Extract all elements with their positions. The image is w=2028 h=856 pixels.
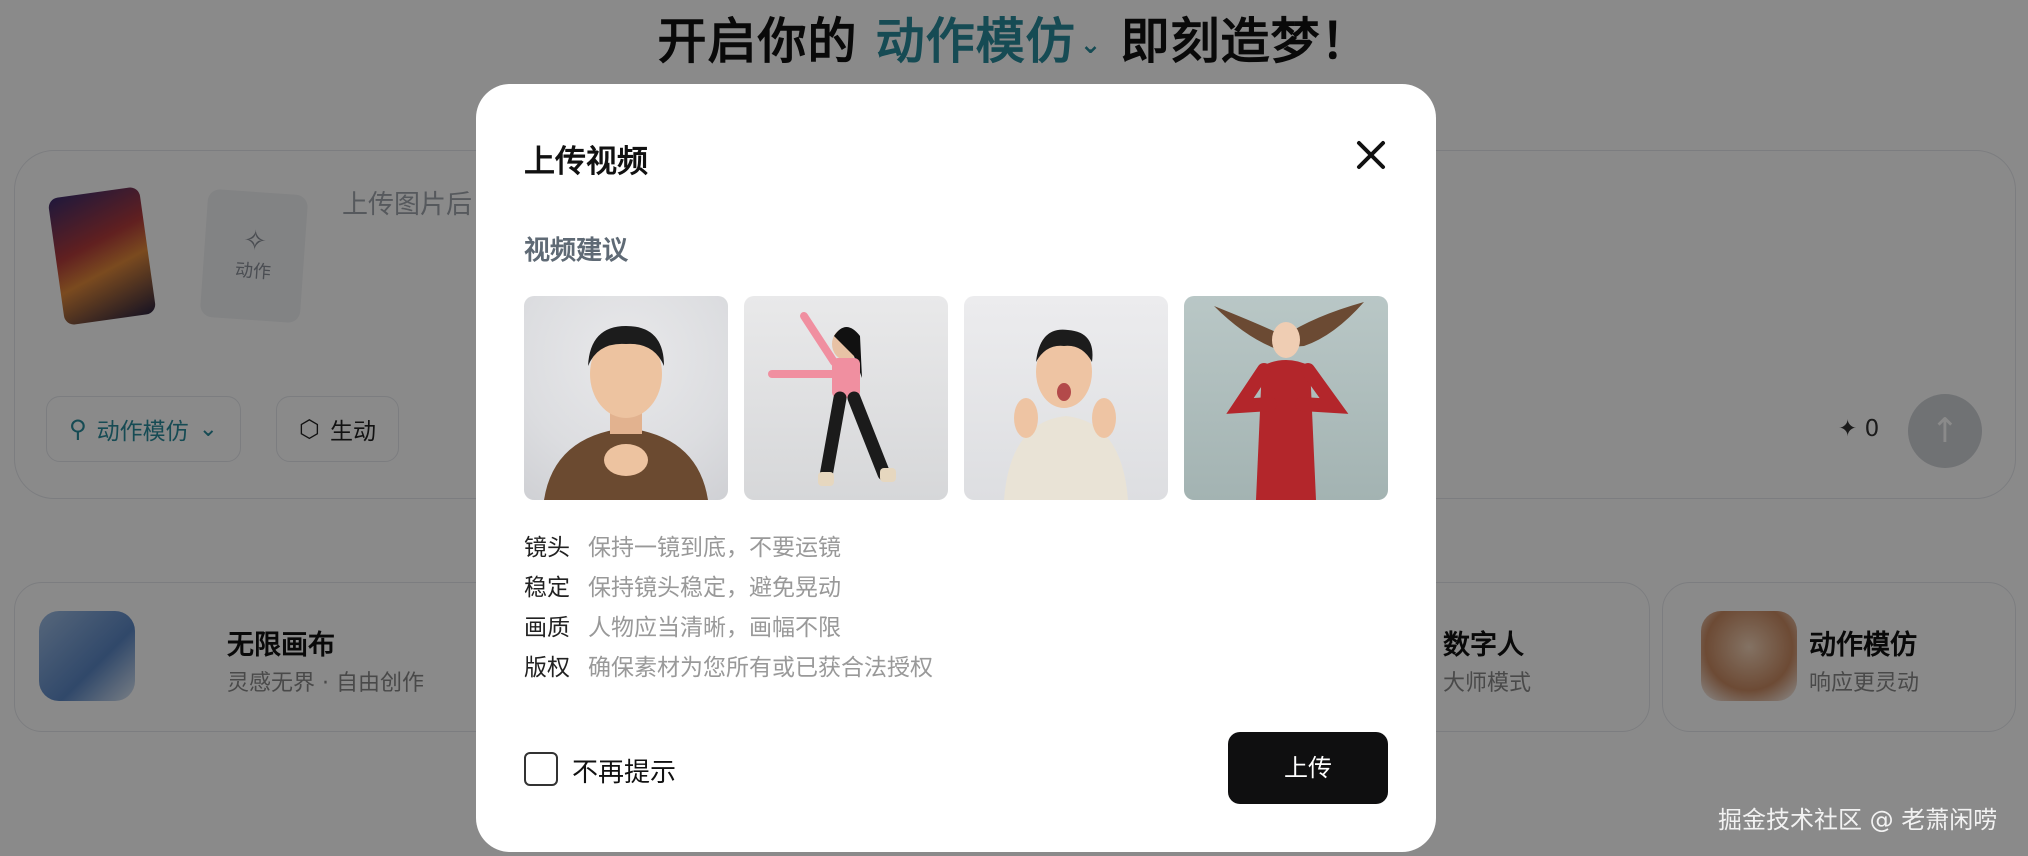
- tip-value: 保持镜头稳定，避免晃动: [588, 575, 841, 601]
- tip-row: 镜头 保持一镜到底，不要运镜: [524, 528, 933, 568]
- tip-value: 保持一镜到底，不要运镜: [588, 535, 841, 561]
- tip-value: 人物应当清晰，画幅不限: [588, 615, 841, 641]
- tip-row: 稳定 保持镜头稳定，避免晃动: [524, 568, 933, 608]
- example-video-thumbnail: [1184, 296, 1388, 500]
- dont-show-again-checkbox[interactable]: [524, 752, 558, 786]
- example-video-thumbnail: [524, 296, 728, 500]
- video-tips-list: 镜头 保持一镜到底，不要运镜 稳定 保持镜头稳定，避免晃动 画质 人物应当清晰，画幅不…: [524, 528, 933, 688]
- tip-value: 确保素材为您所有或已获合法授权: [588, 655, 933, 681]
- tip-row: 版权 确保素材为您所有或已获合法授权: [524, 648, 933, 688]
- tip-key: 画质: [524, 615, 570, 641]
- tip-row: 画质 人物应当清晰，画幅不限: [524, 608, 933, 648]
- upload-button[interactable]: 上传: [1228, 732, 1388, 804]
- example-video-thumbnail: [744, 296, 948, 500]
- upload-video-dialog: 上传视频 视频建议 镜头 保持一镜到底，不要运镜 稳定 保持镜头稳定，避免晃动 …: [476, 84, 1436, 852]
- watermark: 掘金技术社区 @ 老萧闲唠: [1718, 806, 1998, 834]
- tip-key: 版权: [524, 655, 570, 681]
- section-title: 视频建议: [524, 236, 629, 266]
- tip-key: 镜头: [524, 535, 570, 561]
- dont-show-again-label[interactable]: 不再提示: [572, 752, 676, 789]
- close-icon[interactable]: [1348, 132, 1394, 178]
- dialog-title: 上传视频: [524, 144, 648, 180]
- tip-key: 稳定: [524, 575, 570, 601]
- example-video-thumbnail: [964, 296, 1168, 500]
